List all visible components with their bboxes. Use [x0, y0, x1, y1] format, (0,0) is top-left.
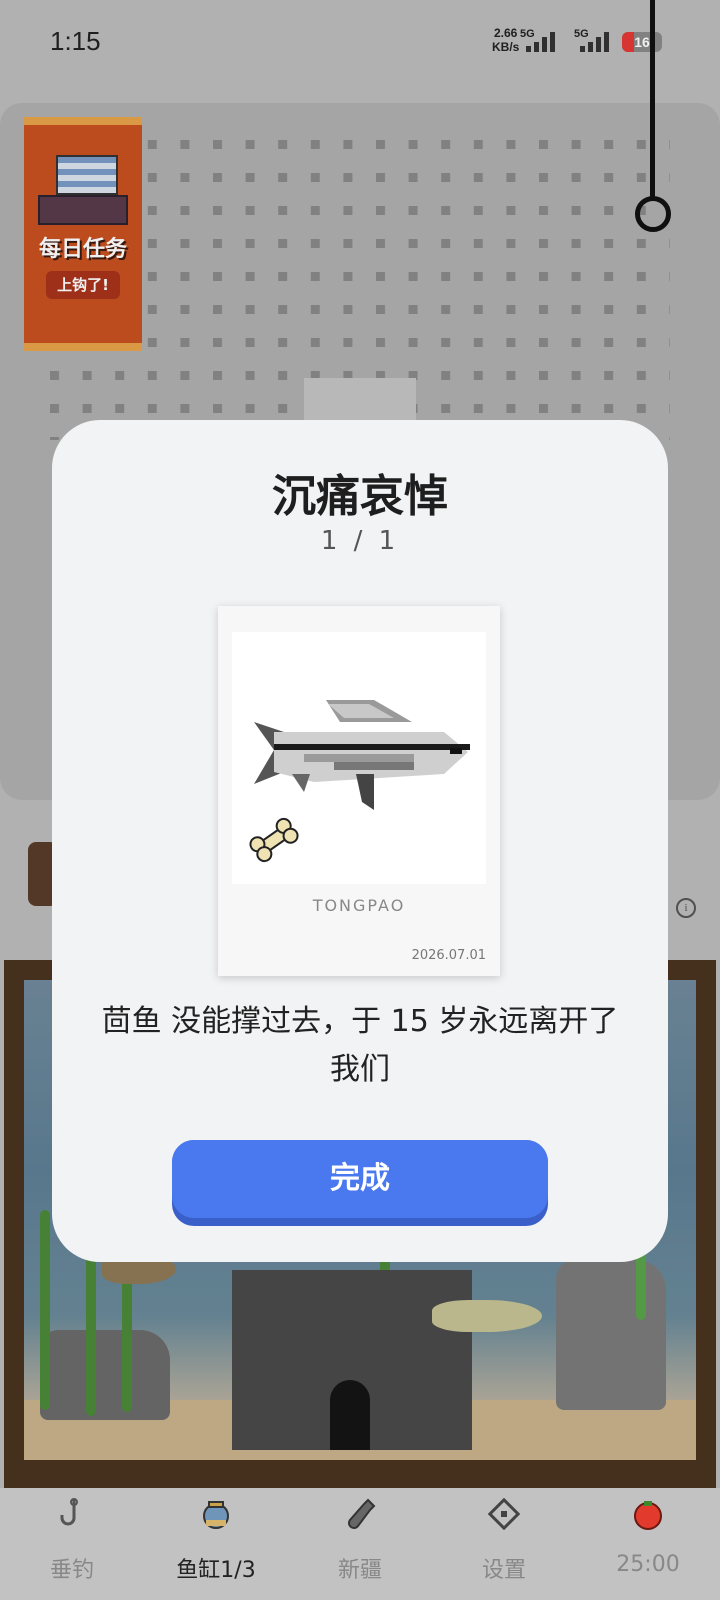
tomato-timer-icon: [634, 1501, 662, 1530]
memorial-message: 茴鱼 没能撑过去，于 15 岁永远离开了我们: [101, 1004, 619, 1087]
nav-timer[interactable]: 25:00: [576, 1488, 720, 1600]
fish-name: TONGPAO: [312, 896, 406, 915]
bottom-nav: 垂钓 鱼缸1/3 新疆 设置 25:00: [0, 1488, 720, 1600]
bone-icon: [249, 817, 299, 863]
settings-icon: [488, 1498, 520, 1530]
fish-bowl-icon: [203, 1501, 229, 1529]
nav-settings[interactable]: 设置: [432, 1488, 576, 1600]
nav-fishing[interactable]: 垂钓: [0, 1488, 144, 1600]
bottle-icon: [348, 1498, 376, 1529]
nav-xinjiang[interactable]: 新疆: [288, 1488, 432, 1600]
dead-fish-icon: [254, 700, 470, 810]
nav-fishtank[interactable]: 鱼缸1/3: [144, 1488, 288, 1600]
done-button[interactable]: 完成: [172, 1140, 548, 1226]
fish-photo: [232, 632, 486, 884]
done-button-label: 完成: [172, 1140, 548, 1218]
dialog-title: 沉痛哀悼: [272, 471, 448, 522]
card-date: 2026.07.01: [411, 948, 486, 963]
page-counter: 1 / 1: [320, 526, 400, 556]
memorial-dialog: 沉痛哀悼 1 / 1 TONGPAO 2026.07.01 茴鱼 没能撑过去，于…: [52, 420, 668, 1262]
fish-card: TONGPAO 2026.07.01: [218, 606, 500, 976]
fishing-hook-icon: [60, 1498, 78, 1526]
